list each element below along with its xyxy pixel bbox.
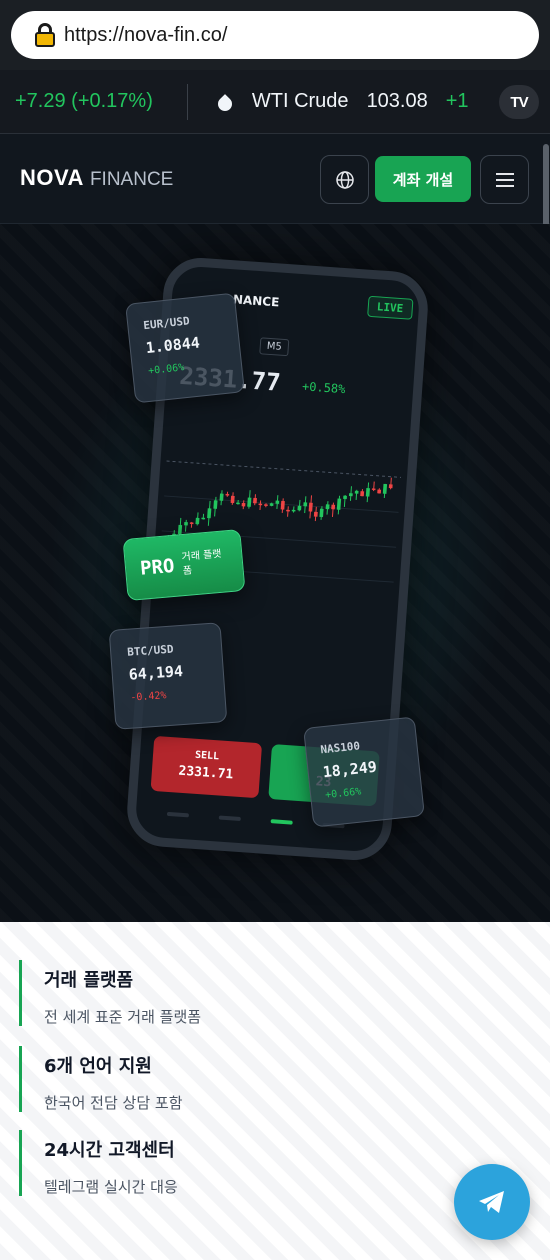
candle-body [343,495,347,500]
timeframe-badge[interactable]: M5 [259,337,290,357]
browser-bar: https://nova-fin.co/ [0,0,550,70]
price-ticker: +7.29 (+0.17%) WTI Crude 103.08 +1 [0,70,550,134]
card-change: +0.66% [324,786,362,802]
candle-body [225,493,230,496]
globe-icon [335,170,354,189]
card-symbol: EUR/USD [142,314,191,333]
candle-body [371,488,376,491]
telegram-button[interactable] [454,1164,530,1240]
candle-body [269,503,274,506]
pro-sublabel: 거래 플랫폼 [181,548,222,578]
feature-desc: 전 세계 표준 거래 플랫폼 [44,1008,202,1026]
candle-body [348,493,353,497]
candle-body [241,502,246,507]
candle-body [184,522,188,526]
candle-wick [259,500,262,511]
feature-desc: 텔레그램 실시간 대응 [44,1178,178,1196]
candle-body [236,502,240,505]
candle-body [291,509,296,512]
candle-body [286,509,290,512]
feature-title: 24시간 고객센터 [44,1140,175,1161]
candle-body [275,500,280,504]
drop-icon [218,93,232,111]
live-badge: LIVE [367,295,413,320]
candle-body [253,497,257,504]
candle-body [388,484,393,489]
candle-body [207,508,212,519]
phone-change: +0.58% [301,379,346,397]
candle-wick [287,506,289,517]
card-value: 1.0844 [144,333,201,358]
candle-body [325,504,330,510]
candle-body [365,488,370,497]
card-change: +0.06% [147,362,185,377]
site-header: NOVA FINANCE 계좌 개설 [0,134,550,224]
candle-body [308,502,313,512]
pro-label: PRO [139,554,176,580]
ticker-item-change: +1 [445,90,469,112]
card-symbol: NAS100 [319,739,361,757]
hero-section: NANCE LIVE M5 2331.77 +0.58% SELL 2331.7… [0,224,550,922]
eurusd-card: EUR/USD 1.0844 +0.06% [125,292,245,404]
candle-body [177,524,183,535]
address-bar[interactable]: https://nova-fin.co/ [11,11,539,59]
feature-desc: 한국어 전담 상담 포함 [44,1094,183,1112]
candle-body [336,498,342,510]
telegram-icon [479,1191,504,1213]
feature-item: 6개 언어 지원 한국어 전담 상담 포함 [19,1046,419,1112]
feature-item: 거래 플랫폼 전 세계 표준 거래 플랫폼 [19,960,419,1026]
candle-body [360,491,365,497]
candle-wick [184,519,187,532]
chart-gridline [166,460,402,478]
ticker-item-price: 103.08 [366,90,428,112]
language-button[interactable] [320,155,369,204]
candle-body [313,511,318,517]
sell-button[interactable]: SELL 2331.71 [150,735,263,799]
card-value: 64,194 [128,661,184,684]
candle-body [264,504,268,506]
candle-body [354,490,359,494]
lock-icon [35,23,55,47]
candle-body [297,505,302,511]
ticker-divider [186,83,188,120]
candle-body [219,493,224,501]
ticker-item-name: WTI Crude [251,90,349,112]
candle-body [195,517,200,525]
candle-body [377,489,382,494]
candle-body [319,508,324,518]
candle-body [303,502,308,507]
menu-button[interactable] [480,155,529,204]
ticker-prev-change: +7.29 (+0.17%) [15,90,153,112]
card-change: -0.42% [130,690,167,704]
brand-logo[interactable]: NOVA FINANCE [20,165,173,191]
candle-body [331,504,336,510]
nas100-card: NAS100 18,249 +0.66% [303,716,425,828]
candle-body [201,517,206,520]
candle-body [258,503,263,506]
candle-body [280,500,285,510]
candle-body [247,497,252,507]
candle-body [382,483,388,494]
menu-icon [495,172,514,187]
card-symbol: BTC/USD [126,642,174,659]
open-account-button[interactable]: 계좌 개설 [375,156,471,202]
feature-title: 6개 언어 지원 [44,1056,152,1077]
tradingview-badge[interactable]: TV [499,85,539,119]
btcusd-card: BTC/USD 64,194 -0.42% [108,622,228,730]
candle-body [189,522,194,525]
candle-body [230,495,235,504]
card-value: 18,249 [321,757,378,782]
feature-item: 24시간 고객센터 텔레그램 실시간 대응 [19,1130,419,1196]
feature-title: 거래 플랫폼 [44,970,134,991]
candle-body [213,500,218,509]
url-text: https://nova-fin.co/ [64,23,228,46]
pro-platform-card: PRO 거래 플랫폼 [122,528,246,602]
sell-price: 2331.71 [178,763,234,783]
